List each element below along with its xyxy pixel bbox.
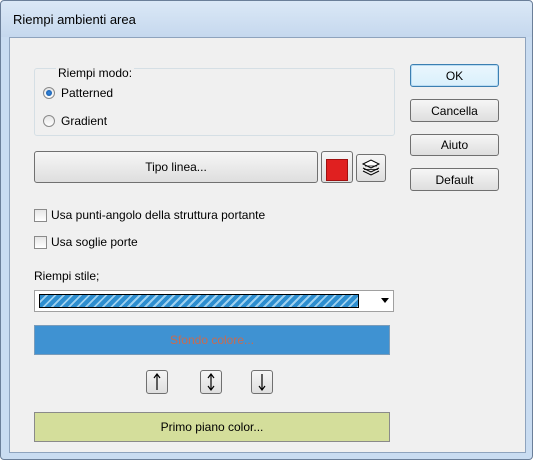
background-color-button[interactable]: Sfondo colore... bbox=[34, 325, 390, 355]
dialog-body: Riempi modo: Patterned Gradient Tipo lin… bbox=[9, 37, 526, 453]
fill-mode-label: Riempi modo: bbox=[56, 66, 135, 80]
radio-patterned-label: Patterned bbox=[61, 86, 114, 100]
chevron-down-icon[interactable] bbox=[381, 298, 389, 303]
line-color-swatch bbox=[326, 159, 348, 181]
checkbox-structural-corners[interactable]: Usa punti-angolo della struttura portant… bbox=[34, 208, 265, 222]
radio-patterned-indicator[interactable] bbox=[43, 87, 55, 99]
cancel-button[interactable]: Cancella bbox=[410, 99, 499, 122]
checkbox-door-thresholds-label: Usa soglie porte bbox=[51, 235, 138, 249]
arrow-updown-button[interactable] bbox=[200, 370, 222, 394]
dialog-window: Riempi ambienti area Riempi modo: Patter… bbox=[0, 0, 533, 460]
checkbox-structural-corners-label: Usa punti-angolo della struttura portant… bbox=[51, 208, 266, 222]
radio-gradient-label: Gradient bbox=[61, 114, 108, 128]
radio-gradient-indicator[interactable] bbox=[43, 115, 55, 127]
checkbox-door-thresholds[interactable]: Usa soglie porte bbox=[34, 235, 138, 249]
arrow-down-icon bbox=[258, 374, 266, 391]
checkbox-door-thresholds-box[interactable] bbox=[34, 235, 47, 249]
line-type-button[interactable]: Tipo linea... bbox=[34, 151, 318, 183]
fill-style-dropdown[interactable] bbox=[34, 290, 394, 312]
window-title: Riempi ambienti area bbox=[13, 12, 136, 27]
line-color-button[interactable] bbox=[321, 151, 353, 183]
fill-style-pattern-preview bbox=[39, 294, 359, 308]
title-bar[interactable]: Riempi ambienti area bbox=[1, 1, 532, 37]
arrow-up-button[interactable] bbox=[146, 370, 168, 394]
layers-icon bbox=[361, 159, 381, 176]
ok-button[interactable]: OK bbox=[410, 64, 499, 87]
arrow-up-icon bbox=[153, 373, 161, 390]
layers-button[interactable] bbox=[356, 154, 386, 182]
arrow-down-button[interactable] bbox=[251, 370, 273, 394]
help-button[interactable]: Aiuto bbox=[410, 134, 499, 156]
radio-patterned[interactable]: Patterned bbox=[43, 86, 113, 100]
arrow-updown-icon bbox=[207, 373, 215, 391]
foreground-color-button[interactable]: Primo piano color... bbox=[34, 412, 390, 442]
fill-style-label: Riempi stile; bbox=[34, 269, 100, 283]
default-button[interactable]: Default bbox=[410, 168, 499, 191]
checkbox-structural-corners-box[interactable] bbox=[34, 208, 47, 222]
radio-gradient[interactable]: Gradient bbox=[43, 114, 107, 128]
